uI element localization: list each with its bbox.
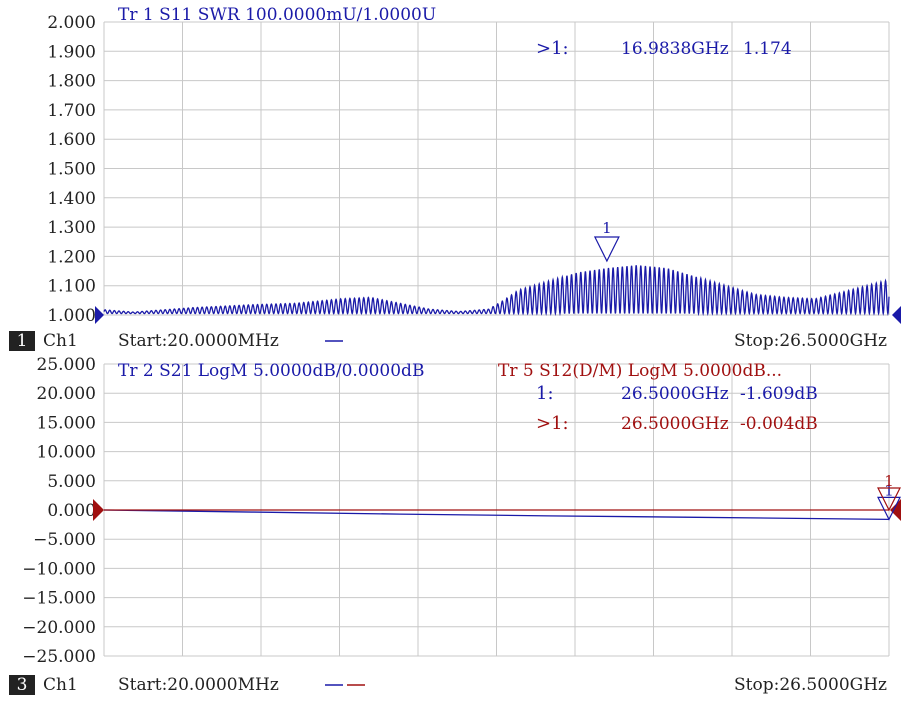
upper-y-tick-label: 1.400 bbox=[47, 189, 96, 209]
upper-y-tick-label: 1.500 bbox=[47, 160, 96, 180]
upper-marker-readout-frequency: 16.9838GHz bbox=[621, 39, 729, 59]
upper-y-tick-label: 1.800 bbox=[47, 72, 96, 92]
lower-reference-arrow-right bbox=[890, 499, 901, 521]
upper-marker-1-symbol bbox=[595, 237, 619, 261]
lower-marker-readout-prefix: >1: bbox=[536, 413, 569, 434]
upper-y-tick-label: 1.700 bbox=[47, 101, 96, 121]
lower-y-tick-label: 5.000 bbox=[47, 472, 96, 492]
lower-marker-readout-frequency: 26.5000GHz bbox=[621, 414, 729, 434]
lower-trace-header-tr2: Tr 2 S21 LogM 5.0000dB/0.0000dB bbox=[118, 361, 424, 381]
lower-y-tick-label: 25.000 bbox=[37, 355, 96, 375]
channel-number-badge-upper[interactable]: 1 bbox=[9, 331, 35, 351]
upper-y-tick-label: 1.200 bbox=[47, 247, 96, 267]
vna-chart-svg: 2.000 1.900 1.800 1.700 1.600 1.500 1.400 1.300… bbox=[0, 0, 907, 711]
lower-y-tick-label: −5.000 bbox=[33, 530, 96, 550]
lower-y-tick-label: −25.000 bbox=[22, 647, 96, 667]
lower-y-tick-label: 20.000 bbox=[37, 384, 96, 404]
upper-marker-readout-value: 1.174 bbox=[743, 39, 792, 59]
start-frequency-upper[interactable]: Start:20.0000MHz bbox=[118, 331, 279, 351]
stop-frequency-upper[interactable]: Stop:26.5000GHz bbox=[734, 331, 887, 351]
lower-y-tick-label: −10.000 bbox=[22, 559, 96, 579]
lower-marker-readout-frequency: 26.5000GHz bbox=[621, 384, 729, 404]
lower-y-tick-label: −20.000 bbox=[22, 618, 96, 638]
lower-trace-header-tr5: Tr 5 S12(D/M) LogM 5.0000dB... bbox=[498, 361, 782, 381]
upper-y-tick-label: 2.000 bbox=[47, 13, 96, 33]
upper-y-tick-label: 1.300 bbox=[47, 218, 96, 238]
lower-y-tick-label: 10.000 bbox=[37, 443, 96, 463]
start-frequency-lower[interactable]: Start:20.0000MHz bbox=[118, 675, 279, 695]
upper-y-tick-label: 1.100 bbox=[47, 277, 96, 297]
upper-marker-readout-prefix: >1: bbox=[536, 38, 569, 59]
vna-screen: 2.000 1.900 1.800 1.700 1.600 1.500 1.400 1.300… bbox=[0, 0, 907, 711]
upper-trace-header: Tr 1 S11 SWR 100.0000mU/1.0000U bbox=[118, 5, 436, 25]
lower-marker-number: 1 bbox=[884, 472, 894, 490]
lower-y-tick-label: 15.000 bbox=[37, 413, 96, 433]
channel-label-lower: Ch1 bbox=[43, 675, 78, 695]
channel-number-badge-lower[interactable]: 3 bbox=[9, 675, 35, 695]
upper-y-tick-label: 1.000 bbox=[47, 306, 96, 326]
lower-reference-arrow-left bbox=[93, 499, 104, 521]
lower-marker-readout-value: -1.609dB bbox=[740, 384, 818, 404]
channel-label-upper: Ch1 bbox=[43, 331, 78, 351]
lower-y-tick-label: 0.000 bbox=[47, 501, 96, 521]
stop-frequency-lower[interactable]: Stop:26.5000GHz bbox=[734, 675, 887, 695]
lower-y-tick-label: −15.000 bbox=[22, 589, 96, 609]
upper-reference-arrow-left bbox=[95, 306, 104, 324]
upper-reference-arrow-right bbox=[892, 306, 901, 324]
lower-marker-readout-prefix: 1: bbox=[536, 383, 554, 404]
upper-y-tick-label: 1.900 bbox=[47, 42, 96, 62]
upper-y-tick-label: 1.600 bbox=[47, 130, 96, 150]
lower-marker-readout-value: -0.004dB bbox=[740, 414, 818, 434]
upper-marker-1-number: 1 bbox=[602, 219, 612, 237]
